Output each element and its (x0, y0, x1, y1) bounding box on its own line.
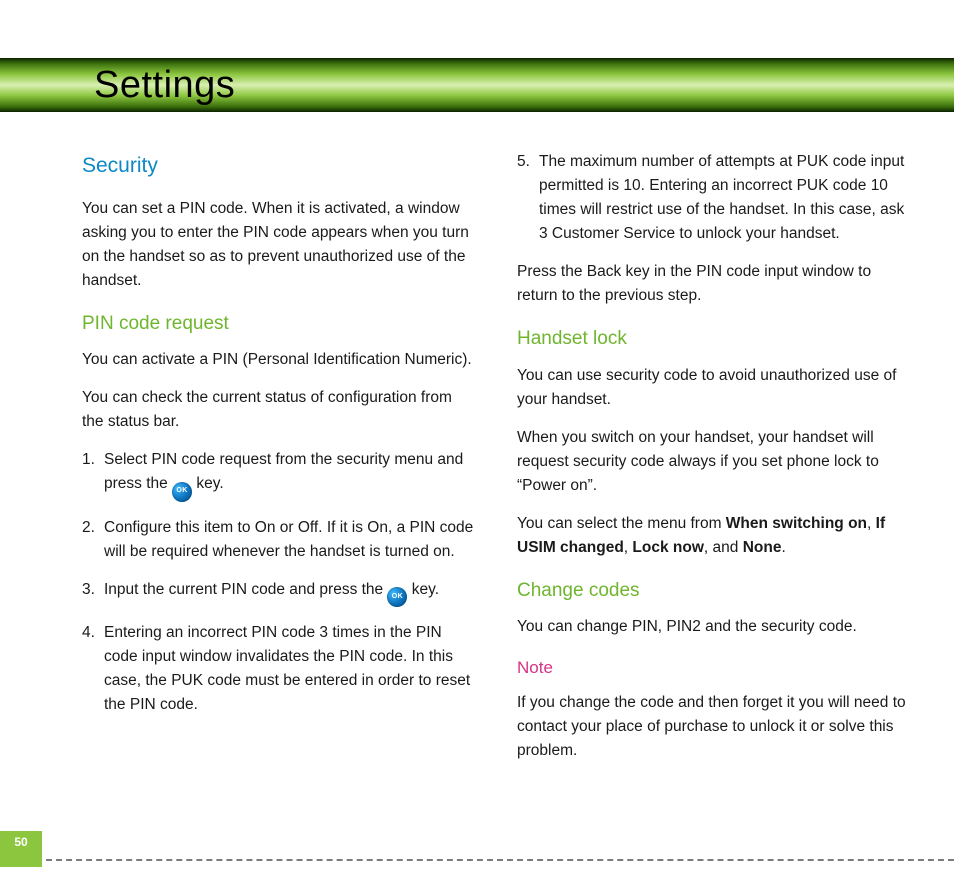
pin-step-2: Configure this item to On or Off. If it … (82, 516, 477, 564)
step-text: key. (412, 581, 439, 598)
text: . (781, 539, 785, 556)
pin-steps-continued: The maximum number of attempts at PUK co… (517, 150, 912, 246)
heading-note: Note (517, 655, 912, 681)
title-band: Settings (0, 58, 954, 112)
handset-p3: You can select the menu from When switch… (517, 512, 912, 560)
pin-p2: You can check the current status of conf… (82, 386, 477, 434)
pin-step-4: Entering an incorrect PIN code 3 times i… (82, 621, 477, 717)
heading-security: Security (82, 150, 477, 183)
page-title: Settings (82, 64, 235, 107)
pin-step-5: The maximum number of attempts at PUK co… (517, 150, 912, 246)
handset-p1: You can use security code to avoid unaut… (517, 364, 912, 412)
note-p: If you change the code and then forget i… (517, 691, 912, 763)
ok-key-icon: OK (172, 482, 192, 502)
step-text: Select PIN code request from the securit… (104, 451, 463, 492)
heading-handset-lock: Handset lock (517, 324, 912, 353)
pin-p1: You can activate a PIN (Personal Identif… (82, 348, 477, 372)
bold: None (743, 539, 782, 556)
step-text: Input the current PIN code and press the (104, 581, 387, 598)
security-intro: You can set a PIN code. When it is activ… (82, 197, 477, 293)
step-text: key. (196, 475, 223, 492)
ok-key-icon: OK (387, 587, 407, 607)
pin-step-3: Input the current PIN code and press the… (82, 578, 477, 607)
bold: Lock now (632, 539, 703, 556)
content-area: Security You can set a PIN code. When it… (82, 150, 912, 799)
title-accent-block (0, 58, 82, 112)
text: You can select the menu from (517, 515, 726, 532)
text: , and (704, 539, 743, 556)
handset-p2: When you switch on your handset, your ha… (517, 426, 912, 498)
footer-dashed-rule (46, 859, 954, 861)
heading-change-codes: Change codes (517, 576, 912, 605)
page-number-tab: 50 (0, 831, 42, 853)
change-codes-p: You can change PIN, PIN2 and the securit… (517, 615, 912, 639)
page: Settings Security You can set a PIN code… (0, 0, 954, 887)
text: , (867, 515, 876, 532)
heading-pin-request: PIN code request (82, 309, 477, 338)
pin-steps-list: Select PIN code request from the securit… (82, 448, 477, 717)
right-column: The maximum number of attempts at PUK co… (517, 150, 912, 799)
bold: When switching on (726, 515, 867, 532)
pin-step-1: Select PIN code request from the securit… (82, 448, 477, 501)
back-key-note: Press the Back key in the PIN code input… (517, 260, 912, 308)
footer-accent-stripe (0, 853, 42, 867)
left-column: Security You can set a PIN code. When it… (82, 150, 477, 799)
